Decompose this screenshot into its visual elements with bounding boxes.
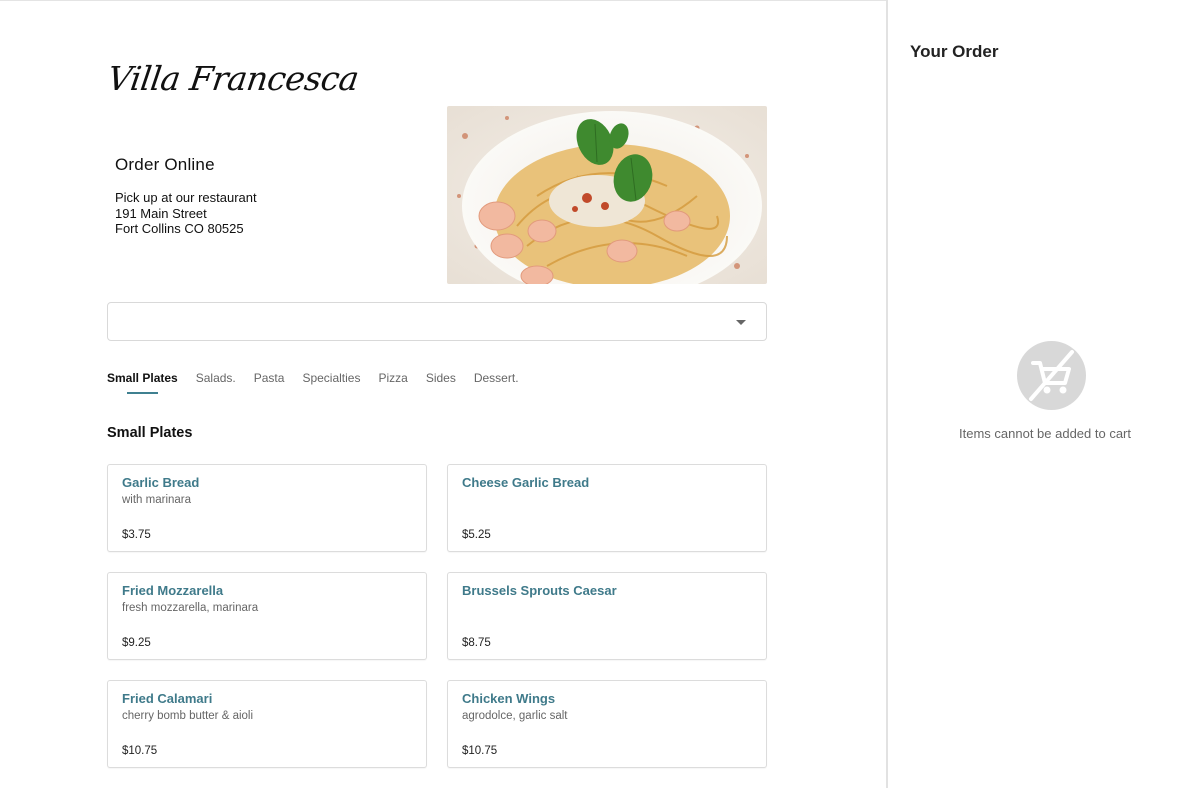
item-description: cherry bomb butter & aioli [122, 710, 254, 722]
pickup-line: Pick up at our restaurant [115, 190, 257, 205]
hero-pasta-image [447, 106, 767, 284]
menu-item-card[interactable]: Brussels Sprouts Caesar $8.75 [447, 572, 767, 660]
address-city: Fort Collins CO 80525 [115, 221, 244, 236]
item-price: $3.75 [122, 529, 151, 541]
item-price: $5.25 [462, 529, 491, 541]
item-description: agrodolce, garlic salt [462, 710, 568, 722]
main-content: Villa Francesca Order Online Pick up at … [0, 0, 887, 788]
pickup-info: Order Online Pick up at our restaurant 1… [115, 155, 257, 237]
order-online-heading: Order Online [115, 155, 215, 174]
item-name: Cheese Garlic Bread [462, 475, 590, 490]
restaurant-logo: Villa Francesca [105, 59, 362, 98]
chevron-down-icon [736, 320, 746, 325]
item-description: fresh mozzarella, marinara [122, 602, 259, 614]
item-name: Fried Calamari [122, 691, 213, 706]
your-order-title: Your Order [910, 42, 999, 61]
menu-select-dropdown[interactable] [107, 302, 767, 341]
tab-pizza[interactable]: Pizza [378, 371, 407, 385]
tab-dessert[interactable]: Dessert. [474, 371, 519, 385]
menu-item-card[interactable]: Fried Mozzarella fresh mozzarella, marin… [107, 572, 427, 660]
item-price: $8.75 [462, 637, 491, 649]
no-cart-icon [1017, 341, 1086, 410]
tab-specialties[interactable]: Specialties [302, 371, 360, 385]
order-sidebar: Your Order Items cannot be added to cart [886, 0, 1200, 788]
menu-item-card[interactable]: Cheese Garlic Bread $5.25 [447, 464, 767, 552]
address-street: 191 Main Street [115, 205, 207, 221]
item-name: Brussels Sprouts Caesar [462, 583, 617, 598]
section-title: Small Plates [107, 425, 193, 441]
item-name: Fried Mozzarella [122, 583, 224, 598]
item-name: Garlic Bread [122, 475, 200, 490]
tab-pasta[interactable]: Pasta [254, 371, 285, 385]
tab-small-plates[interactable]: Small Plates [107, 371, 178, 394]
tab-salads[interactable]: Salads. [196, 371, 236, 385]
item-price: $9.25 [122, 637, 151, 649]
tab-sides[interactable]: Sides [426, 371, 456, 385]
menu-item-card[interactable]: Garlic Bread with marinara $3.75 [107, 464, 427, 552]
category-tabs: Small Plates Salads. Pasta Specialties P… [107, 371, 537, 394]
item-price: $10.75 [122, 745, 158, 757]
item-name: Chicken Wings [462, 691, 556, 706]
item-price: $10.75 [462, 745, 498, 757]
menu-item-card[interactable]: Chicken Wings agrodolce, garlic salt $10… [447, 680, 767, 768]
cart-empty-message: Items cannot be added to cart [959, 426, 1131, 441]
item-description: with marinara [122, 494, 192, 506]
menu-item-card[interactable]: Fried Calamari cherry bomb butter & aiol… [107, 680, 427, 768]
